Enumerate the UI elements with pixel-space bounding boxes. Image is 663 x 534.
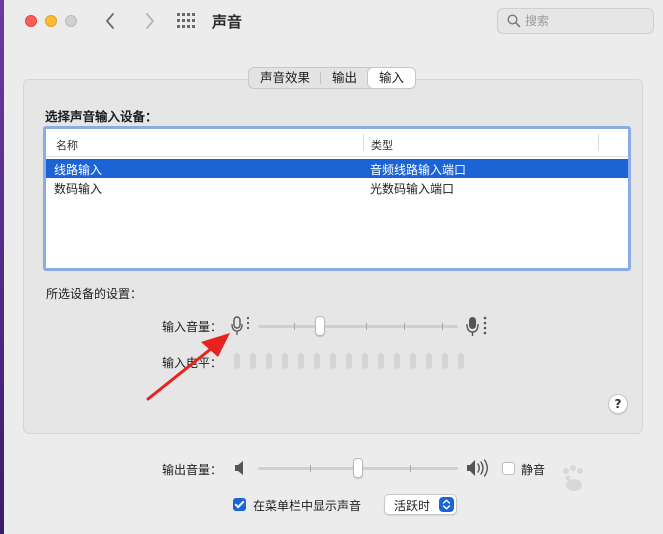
input-level-meter <box>234 353 464 369</box>
column-header-type[interactable]: 类型 <box>371 137 393 153</box>
select-value: 活跃时 <box>394 499 431 513</box>
system-preferences-window: 声音 声音效果 输出 输入 选择声音输入设备： 名称 类型 线路输入 音频线路输… <box>4 0 663 534</box>
column-divider <box>363 134 364 151</box>
tab-bar: 声音效果 输出 输入 <box>248 67 417 89</box>
show-all-button[interactable] <box>177 13 195 29</box>
close-button[interactable] <box>25 15 37 27</box>
microphone-icon <box>231 316 250 335</box>
forward-button[interactable] <box>138 10 160 32</box>
level-segment <box>426 353 432 369</box>
level-segment <box>346 353 352 369</box>
level-segment <box>250 353 256 369</box>
speaker-high-icon <box>467 459 488 477</box>
input-device-table[interactable]: 名称 类型 线路输入 音频线路输入端口 数码输入 光数码输入端口 <box>43 126 631 271</box>
show-in-menubar-checkbox[interactable] <box>233 498 246 511</box>
slider-track <box>258 325 458 328</box>
level-segment <box>394 353 400 369</box>
device-name: 数码输入 <box>54 182 103 196</box>
device-type: 音频线路输入端口 <box>370 163 467 177</box>
slider-tick <box>410 465 411 472</box>
minimize-button[interactable] <box>45 15 57 27</box>
device-name: 线路输入 <box>54 163 103 177</box>
level-segment <box>314 353 320 369</box>
device-settings-heading: 所选设备的设置： <box>46 287 143 301</box>
speaker-low-icon <box>235 461 243 475</box>
slider-knob[interactable] <box>315 316 325 336</box>
slider-tick <box>294 323 295 330</box>
show-volume-select[interactable]: 活跃时 <box>384 494 457 515</box>
level-segment <box>410 353 416 369</box>
level-segment <box>234 353 240 369</box>
level-segment <box>362 353 368 369</box>
tab-output[interactable]: 输出 <box>321 68 368 88</box>
column-divider <box>598 134 599 151</box>
microphone-icon <box>466 316 487 336</box>
search-input[interactable] <box>525 12 645 30</box>
level-segment <box>330 353 336 369</box>
grid-icon <box>177 13 195 28</box>
input-volume-slider[interactable] <box>258 316 458 336</box>
column-header-name[interactable]: 名称 <box>56 137 78 153</box>
level-segment <box>458 353 464 369</box>
output-volume-slider[interactable] <box>258 458 458 478</box>
input-volume-label: 输入音量： <box>162 320 223 334</box>
tab-input[interactable]: 输入 <box>368 68 416 88</box>
tab-sound-effects[interactable]: 声音效果 <box>249 68 322 88</box>
chevron-updown-icon <box>439 497 454 512</box>
level-segment <box>298 353 304 369</box>
table-header: 名称 类型 <box>46 129 628 157</box>
slider-tick <box>442 323 443 330</box>
slider-knob[interactable] <box>353 458 363 478</box>
help-button[interactable]: ? <box>608 394 628 414</box>
back-button[interactable] <box>100 10 122 32</box>
title-bar: 声音 <box>4 0 663 44</box>
chevron-right-icon <box>146 13 154 29</box>
level-segment <box>266 353 272 369</box>
watermark-logo <box>509 462 659 512</box>
search-icon <box>507 14 521 28</box>
level-segment <box>442 353 448 369</box>
slider-tick <box>366 323 367 330</box>
device-type: 光数码输入端口 <box>370 182 455 196</box>
slider-tick <box>404 323 405 330</box>
table-row[interactable]: 线路输入 音频线路输入端口 <box>46 159 628 178</box>
input-device-heading: 选择声音输入设备： <box>45 109 158 124</box>
input-level-label: 输入电平： <box>162 356 223 370</box>
level-segment <box>282 353 288 369</box>
search-field[interactable] <box>497 8 654 34</box>
zoom-button[interactable] <box>65 15 77 27</box>
output-volume-label: 输出音量： <box>162 463 223 477</box>
chevron-left-icon <box>106 13 114 29</box>
table-row[interactable]: 数码输入 光数码输入端口 <box>46 178 628 197</box>
show-in-menubar-label: 在菜单栏中显示声音 <box>253 499 362 513</box>
slider-tick <box>310 465 311 472</box>
level-segment <box>378 353 384 369</box>
window-title: 声音 <box>212 13 243 31</box>
